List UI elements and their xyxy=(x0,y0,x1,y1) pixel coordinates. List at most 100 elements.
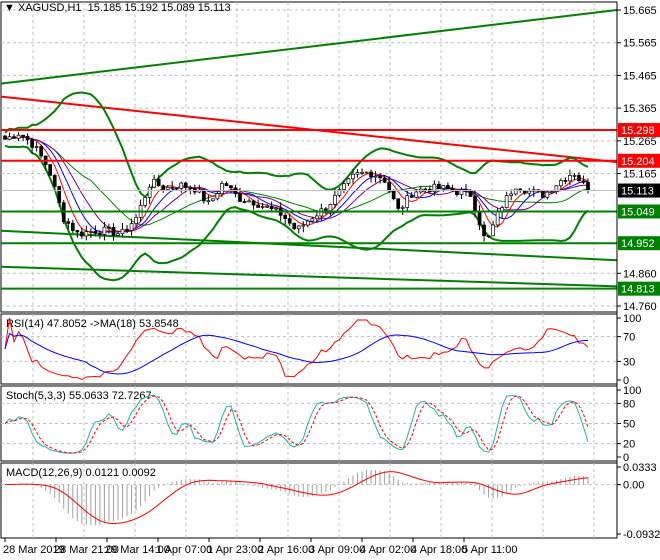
candle-body xyxy=(328,204,333,211)
candle-body xyxy=(238,193,242,202)
macd-signal-line xyxy=(4,471,589,525)
chart-canvas[interactable]: 15.665 15.565 15.465 15.365 15.265 15.165 14.8… xyxy=(0,0,660,560)
candle-body xyxy=(116,233,120,236)
candle-body xyxy=(586,182,590,191)
stoch-signal-line xyxy=(4,395,589,454)
candle-body xyxy=(93,230,98,234)
candle-body xyxy=(360,172,364,174)
candle-body xyxy=(21,134,25,137)
candle-body xyxy=(296,225,301,230)
candle-body xyxy=(143,197,147,206)
level-tag-label: 15.049 xyxy=(621,206,655,218)
candle-body xyxy=(342,183,346,190)
candle-body xyxy=(545,191,550,198)
macd-label: MACD(12,26,9) 0.0121 0.0092 xyxy=(6,467,156,479)
rsi-tick-label: 70 xyxy=(623,332,635,344)
candle-body xyxy=(98,233,102,235)
candle-body xyxy=(346,178,351,184)
candle-body xyxy=(161,185,166,190)
level-tag-label: 15.298 xyxy=(621,125,655,137)
candle-body xyxy=(504,195,509,208)
candle-body xyxy=(34,146,39,148)
candle-body xyxy=(7,136,12,140)
candle-body xyxy=(75,230,80,233)
candle-body xyxy=(179,182,184,189)
candle-body xyxy=(373,175,378,178)
ohlc-values: 15.185 15.192 15.089 15.113 xyxy=(87,2,231,14)
st-tick-label: 100 xyxy=(623,385,641,397)
candle-body xyxy=(247,200,251,203)
candle-body xyxy=(477,210,482,226)
candle-body xyxy=(409,195,414,198)
candle-body xyxy=(70,222,75,231)
candle-body xyxy=(446,185,450,190)
ma-fast xyxy=(4,136,589,233)
collapse-triangle-icon[interactable]: ▼ xyxy=(4,2,15,14)
candle-body xyxy=(455,190,459,195)
candle-body xyxy=(495,211,500,226)
rsi-tick-label: 100 xyxy=(623,313,641,325)
candle-body xyxy=(563,180,568,182)
candle-body xyxy=(183,182,188,188)
candle-body xyxy=(3,135,7,140)
candle-body xyxy=(351,173,355,180)
candle-body xyxy=(224,183,229,187)
candle-body xyxy=(57,186,62,204)
st-tick-label: 50 xyxy=(623,419,635,431)
candle-body xyxy=(287,218,292,224)
candle-body xyxy=(527,190,532,194)
price-tick-label: 14.760 xyxy=(623,301,657,313)
trendline xyxy=(0,9,618,85)
level-tag-label: 15.204 xyxy=(621,156,655,168)
trading-chart[interactable]: 15.665 15.565 15.465 15.365 15.265 15.165 14.8… xyxy=(0,0,660,560)
bollinger-lower xyxy=(4,144,589,282)
candle-body xyxy=(165,186,170,190)
candle-body xyxy=(292,222,297,230)
candle-body xyxy=(39,146,44,157)
candle-body xyxy=(79,231,84,237)
candle-body xyxy=(387,181,391,192)
time-label: 4 Apr 18:00 xyxy=(411,544,467,556)
candle-body xyxy=(125,228,129,231)
time-label: 2 Apr 16:00 xyxy=(258,544,314,556)
candle-body xyxy=(473,196,477,212)
candle-body xyxy=(491,224,495,237)
time-label: 3 Apr 09:00 xyxy=(309,544,365,556)
candle-body xyxy=(52,174,57,187)
candle-body xyxy=(369,171,373,177)
candle-body xyxy=(391,190,396,200)
candle-body xyxy=(66,221,71,224)
candle-body xyxy=(441,185,446,189)
time-label: 1 Apr 23:00 xyxy=(207,544,263,556)
candle-body xyxy=(89,230,93,233)
trendline xyxy=(0,229,618,262)
candle-body xyxy=(188,187,193,189)
candle-body xyxy=(301,224,306,227)
macd-tick-label: -0.0932 xyxy=(623,529,660,541)
candle-body xyxy=(242,201,247,203)
price-tick-label: 15.365 xyxy=(623,103,657,115)
candle-body xyxy=(482,224,486,237)
candle-body xyxy=(378,175,382,179)
candle-body xyxy=(129,223,134,231)
candle-body xyxy=(269,205,274,209)
candle-body xyxy=(324,208,328,211)
candle-body xyxy=(25,135,30,141)
candle-body xyxy=(581,180,586,183)
st-tick-label: 80 xyxy=(623,398,635,410)
candle-body xyxy=(540,190,545,198)
candle-body xyxy=(314,215,319,220)
candle-body xyxy=(414,191,419,198)
candle-body xyxy=(260,206,265,208)
candle-body xyxy=(84,231,89,237)
candle-body xyxy=(333,194,337,205)
candle-body xyxy=(513,188,518,195)
candle-body xyxy=(229,185,233,189)
macd-tick-label: 0.0333 xyxy=(623,462,657,474)
level-tag-label: 15.113 xyxy=(621,186,654,198)
rsi-tick-label: 30 xyxy=(623,356,635,368)
candle-body xyxy=(423,188,428,191)
candle-body xyxy=(211,198,215,202)
candle-body xyxy=(206,200,211,203)
macd-tick-label: 0.00 xyxy=(623,480,644,492)
